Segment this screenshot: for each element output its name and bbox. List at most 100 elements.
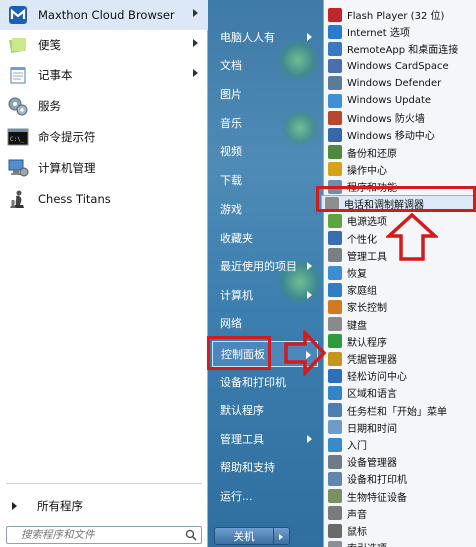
control-panel-item[interactable]: 入门 — [325, 436, 476, 453]
control-panel-item[interactable]: 默认程序 — [325, 333, 476, 350]
place-run[interactable]: 运行... — [212, 483, 318, 509]
control-panel-item[interactable]: 管理工具 — [325, 247, 476, 264]
control-panel-item[interactable]: 轻松访问中心 — [325, 367, 476, 384]
all-programs-button[interactable]: 所有程序 — [0, 494, 208, 518]
control-panel-item-label: 设备管理器 — [347, 458, 397, 470]
place-network[interactable]: 网络 — [212, 310, 318, 336]
control-panel-item[interactable]: 声音 — [325, 505, 476, 522]
start-menu-places-panel: 电脑人人有 文档 图片 音乐 视频 下载 游戏 收藏夹 最近使用的项目 计算机 … — [208, 0, 323, 547]
search-icon — [185, 529, 197, 541]
program-sticky-notes[interactable]: 便笺 — [0, 30, 208, 60]
control-panel-item[interactable]: 恢复 — [325, 264, 476, 281]
control-panel-item-icon — [328, 282, 342, 297]
control-panel-item[interactable]: 程序和功能 — [325, 178, 476, 195]
control-panel-item[interactable]: Windows 移动中心 — [325, 126, 476, 143]
control-panel-item-label: 电源选项 — [347, 217, 387, 229]
place-music[interactable]: 音乐 — [212, 110, 318, 136]
program-chess-titans[interactable]: Chess Titans — [0, 184, 208, 214]
control-panel-item-label: 日期和时间 — [347, 423, 397, 435]
place-downloads[interactable]: 下载 — [212, 167, 318, 193]
svg-text:C:\_: C:\_ — [10, 136, 25, 143]
control-panel-item[interactable]: 操作中心 — [325, 161, 476, 178]
submenu-arrow-icon — [307, 262, 312, 270]
program-notepad[interactable]: 记事本 — [0, 60, 208, 90]
control-panel-item-highlighted[interactable]: 电话和调制解调器 — [321, 195, 476, 213]
place-administrative-tools[interactable]: 管理工具 — [212, 426, 318, 452]
control-panel-item[interactable]: 生物特征设备 — [325, 488, 476, 505]
control-panel-item-label: 个性化 — [347, 234, 377, 246]
program-command-prompt[interactable]: C:\_ 命令提示符 — [0, 122, 208, 152]
control-panel-item-label: Windows CardSpace — [347, 60, 449, 72]
start-menu-programs-panel: Maxthon Cloud Browser 便笺 记事本 服务 C:\_ 命令提… — [0, 0, 208, 547]
place-help-and-support[interactable]: 帮助和支持 — [212, 454, 318, 480]
place-user-folder[interactable]: 电脑人人有 — [212, 24, 318, 50]
control-panel-item-icon — [328, 299, 342, 314]
control-panel-item[interactable]: 设备管理器 — [325, 453, 476, 470]
shutdown-button[interactable]: 关机 — [214, 527, 274, 545]
control-panel-item-label: 声音 — [347, 509, 367, 521]
program-computer-management[interactable]: 计算机管理 — [0, 153, 208, 183]
program-label: 便笺 — [38, 38, 61, 52]
shutdown-options-button[interactable] — [274, 527, 290, 545]
control-panel-item[interactable]: Windows Update — [325, 92, 476, 109]
control-panel-item[interactable]: Flash Player (32 位) — [325, 6, 476, 23]
control-panel-item[interactable]: 区域和语言 — [325, 384, 476, 401]
search-input[interactable] — [6, 526, 202, 544]
submenu-arrow-icon — [307, 291, 312, 299]
control-panel-item-label: 家庭组 — [347, 286, 377, 298]
control-panel-item[interactable]: 任务栏和「开始」菜单 — [325, 402, 476, 419]
maxthon-icon — [6, 3, 30, 27]
place-recent-items[interactable]: 最近使用的项目 — [212, 253, 318, 279]
place-devices-and-printers[interactable]: 设备和打印机 — [212, 369, 318, 395]
program-maxthon-cloud-browser[interactable]: Maxthon Cloud Browser — [0, 0, 208, 30]
control-panel-item-icon — [328, 110, 342, 125]
place-label: 最近使用的项目 — [220, 260, 297, 273]
place-pictures[interactable]: 图片 — [212, 81, 318, 107]
control-panel-item-icon — [328, 540, 342, 547]
control-panel-item[interactable]: Windows 防火墙 — [325, 109, 476, 126]
control-panel-item[interactable]: Windows Defender — [325, 75, 476, 92]
control-panel-item-label: Windows Defender — [347, 77, 442, 89]
control-panel-item[interactable]: 鼠标 — [325, 522, 476, 539]
program-services[interactable]: 服务 — [0, 91, 208, 121]
control-panel-item-icon — [328, 213, 342, 228]
place-label: 帮助和支持 — [220, 461, 275, 474]
control-panel-item[interactable]: Windows CardSpace — [325, 58, 476, 75]
control-panel-item-icon — [328, 93, 342, 108]
place-games[interactable]: 游戏 — [212, 196, 318, 222]
place-label: 设备和打印机 — [220, 376, 286, 389]
control-panel-item-label: 设备和打印机 — [347, 475, 407, 487]
place-documents[interactable]: 文档 — [212, 52, 318, 78]
control-panel-item-icon — [328, 351, 342, 366]
control-panel-item[interactable]: Internet 选项 — [325, 23, 476, 40]
control-panel-item[interactable]: 家庭组 — [325, 281, 476, 298]
control-panel-submenu: Flash Player (32 位) Internet 选项 RemoteApp … — [321, 0, 476, 547]
place-label: 视频 — [220, 145, 242, 158]
place-control-panel[interactable]: 控制面板 — [212, 341, 318, 367]
control-panel-item[interactable]: 凭据管理器 — [325, 350, 476, 367]
control-panel-item-icon — [328, 127, 342, 142]
place-label: 计算机 — [220, 289, 253, 302]
place-label: 运行... — [220, 490, 253, 503]
control-panel-item-label: 任务栏和「开始」菜单 — [347, 406, 447, 418]
control-panel-item-label: Windows Update — [347, 95, 432, 106]
control-panel-item[interactable]: 电源选项 — [325, 212, 476, 229]
control-panel-item[interactable]: 家长控制 — [325, 298, 476, 315]
place-label: 游戏 — [220, 203, 242, 216]
control-panel-item-icon — [328, 523, 342, 538]
control-panel-item-label: 凭据管理器 — [347, 355, 397, 366]
submenu-arrow-icon — [193, 9, 198, 17]
control-panel-item[interactable]: 日期和时间 — [325, 419, 476, 436]
control-panel-item[interactable]: 设备和打印机 — [325, 470, 476, 487]
place-videos[interactable]: 视频 — [212, 138, 318, 164]
control-panel-item-icon — [328, 265, 342, 280]
place-favorites[interactable]: 收藏夹 — [212, 225, 318, 251]
place-computer[interactable]: 计算机 — [212, 282, 318, 308]
control-panel-item[interactable]: RemoteApp 和桌面连接 — [325, 40, 476, 57]
control-panel-item[interactable]: 个性化 — [325, 230, 476, 247]
control-panel-item[interactable]: 索引选项 — [325, 539, 476, 547]
control-panel-item[interactable]: 备份和还原 — [325, 144, 476, 161]
control-panel-item-label: 管理工具 — [347, 251, 387, 263]
control-panel-item[interactable]: 键盘 — [325, 316, 476, 333]
place-default-programs[interactable]: 默认程序 — [212, 397, 318, 423]
